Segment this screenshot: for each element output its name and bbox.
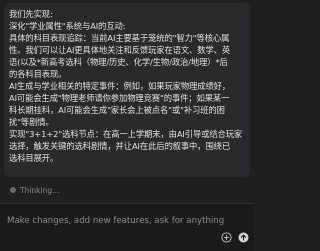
message-line: 实现"3+1+2"选科节点：在高一上学期末，由AI引导或结合玩家 <box>9 129 243 139</box>
thinking-label: Thinking... <box>20 185 60 195</box>
message-line: 具体的科目表现追踪：当前AI主要基于笼统的"智力"等核心属 <box>9 33 230 43</box>
message-line: AI可能会生成"物理老师请你参加物理竞赛"的事件；如果某一 <box>9 93 230 103</box>
loading-icon <box>10 187 16 193</box>
message-line: 选科目展开。 <box>9 153 59 163</box>
send-icon[interactable] <box>238 232 249 243</box>
message-line: 的各科目表现。 <box>9 69 67 79</box>
message-line: 选择，触发关键的选科剧情，并让AI在此后的叙事中，围绕已 <box>9 141 231 151</box>
thinking-status: Thinking... <box>10 184 59 196</box>
message-line: 我们先实现: <box>9 9 53 19</box>
chat-panel: 我们先实现: 深化"学业属性"系统与AI的互动: 具体的科目表现追踪：当前AI主… <box>0 0 254 199</box>
message-line: 扰"等剧情。 <box>9 117 54 127</box>
composer-actions <box>221 232 249 243</box>
attach-icon[interactable] <box>221 232 232 243</box>
message-line: 性。我们可以让AI更具体地关注和反馈玩家在语文、数学、英 <box>9 45 231 55</box>
message-line: 语(以及*新高考选科（物理/历史、化学/生物/政治/地理）*后 <box>9 57 228 67</box>
message-line: AI生成与学业相关的特定事件：例如，如果玩家物理成绩好， <box>9 81 231 91</box>
composer <box>0 203 254 251</box>
message-line: 科长期挂科，AI可能会生成"家长会上被点名"或"补习班的困 <box>9 105 225 115</box>
prompt-input[interactable] <box>7 216 227 226</box>
message-line: 深化"学业属性"系统与AI的互动: <box>9 21 126 31</box>
assistant-message: 我们先实现: 深化"学业属性"系统与AI的互动: 具体的科目表现追踪：当前AI主… <box>4 3 250 177</box>
